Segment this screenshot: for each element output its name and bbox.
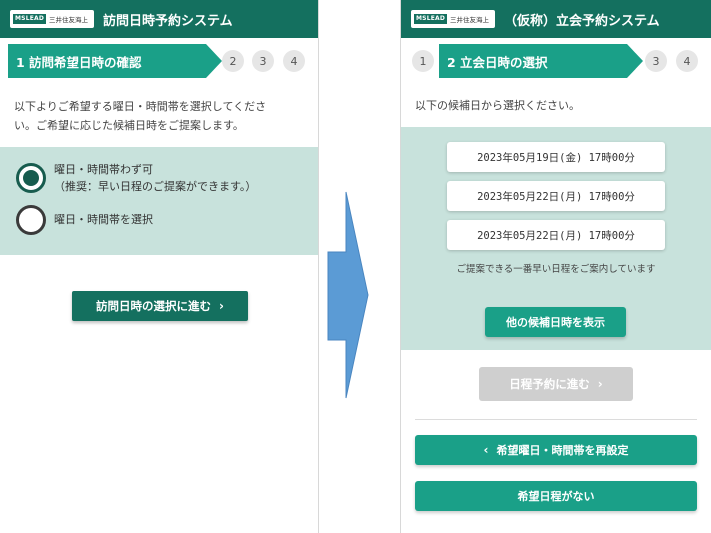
intro-text: 以下の候補日から選択ください。 xyxy=(415,99,580,112)
option-select-label: 曜日・時間帯を選択 xyxy=(54,213,153,226)
next-button-label: 訪問日時の選択に進む xyxy=(96,299,212,313)
step-3: 3 xyxy=(252,50,274,72)
option-panel: 曜日・時間帯わず可 （推奨：早い日程のご提案ができます。） 曜日・時間帯を選択 xyxy=(0,147,318,255)
logo-mark: MSLEAD xyxy=(13,14,47,24)
candidate-panel: 2023年05月19日(金) 17時00分 2023年05月22日(月) 17時… xyxy=(401,127,711,350)
step-2: 2 xyxy=(222,50,244,72)
radio-empty-icon[interactable] xyxy=(16,205,46,235)
step-indicator: 1 2 立会日時の選択 3 4 xyxy=(401,44,711,78)
option-any-line-1: 曜日・時間帯わず可 xyxy=(54,163,153,176)
left-logo: MSLEAD 三井住友海上 xyxy=(10,10,94,28)
candidate-date-3[interactable]: 2023年05月22日(月) 17時00分 xyxy=(447,220,665,250)
chevron-left-icon: ‹ xyxy=(483,443,489,457)
other-dates-button[interactable]: 他の候補日時を表示 xyxy=(485,307,626,337)
app-title: （仮称）立会予約システム xyxy=(504,13,660,29)
active-step: 2 立会日時の選択 xyxy=(439,44,643,78)
step-3: 3 xyxy=(645,50,667,72)
logo-text: 三井住友海上 xyxy=(450,16,490,24)
option-any-time[interactable]: 曜日・時間帯わず可 （推奨：早い日程のご提案ができます。） xyxy=(16,163,256,195)
step-1: 1 xyxy=(412,50,434,72)
reset-preference-button[interactable]: ‹ 希望曜日・時間帯を再設定 xyxy=(415,435,697,465)
next-to-visit-date-button[interactable]: 訪問日時の選択に進む › xyxy=(72,291,248,321)
candidate-date-2[interactable]: 2023年05月22日(月) 17時00分 xyxy=(447,181,665,211)
logo-mark: MSLEAD xyxy=(414,14,448,24)
right-header: MSLEAD 三井住友海上 （仮称）立会予約システム xyxy=(401,0,711,38)
chevron-right-icon: › xyxy=(597,377,603,391)
chevron-right-icon: › xyxy=(219,299,224,313)
intro-text: 以下よりご希望する曜日・時間帯を選択してくださ い。ご希望に応じた候補日時をご提… xyxy=(14,97,314,135)
candidate-date-1[interactable]: 2023年05月19日(金) 17時00分 xyxy=(447,142,665,172)
step-4: 4 xyxy=(676,50,698,72)
intro-line-1: 以下よりご希望する曜日・時間帯を選択してくださ xyxy=(14,100,267,113)
logo-text: 三井住友海上 xyxy=(49,16,89,24)
radio-dot-icon xyxy=(23,170,39,186)
no-date-button[interactable]: 希望日程がない xyxy=(415,481,697,511)
left-header: MSLEAD 三井住友海上 訪問日時予約システム xyxy=(0,0,318,38)
step-indicator: 1 訪問希望日時の確認 2 3 4 xyxy=(0,44,318,78)
app-title: 訪問日時予約システム xyxy=(103,13,233,29)
divider xyxy=(415,419,697,420)
option-any-line-2: （推奨：早い日程のご提案ができます。） xyxy=(54,180,257,193)
right-logo: MSLEAD 三井住友海上 xyxy=(411,10,495,28)
right-screen: MSLEAD 三井住友海上 （仮称）立会予約システム 1 2 立会日時の選択 3… xyxy=(400,0,711,533)
reset-button-label: 希望曜日・時間帯を再設定 xyxy=(496,444,629,457)
earliest-note: ご提案できる一番早い日程をご案内しています xyxy=(456,264,656,275)
option-select-time[interactable]: 曜日・時間帯を選択 xyxy=(16,205,153,235)
radio-selected-icon[interactable] xyxy=(16,163,46,193)
reserve-button-label: 日程予約に進む xyxy=(509,377,590,391)
active-step: 1 訪問希望日時の確認 xyxy=(8,44,222,78)
option-any-label: 曜日・時間帯わず可 （推奨：早い日程のご提案ができます。） xyxy=(54,161,256,195)
flow-arrow-icon xyxy=(327,191,369,399)
step-4: 4 xyxy=(283,50,305,72)
reserve-button[interactable]: 日程予約に進む › xyxy=(479,367,633,401)
intro-line-2: い。ご希望に応じた候補日時をご提案します。 xyxy=(14,119,244,132)
left-screen: MSLEAD 三井住友海上 訪問日時予約システム 1 訪問希望日時の確認 2 3… xyxy=(0,0,319,533)
